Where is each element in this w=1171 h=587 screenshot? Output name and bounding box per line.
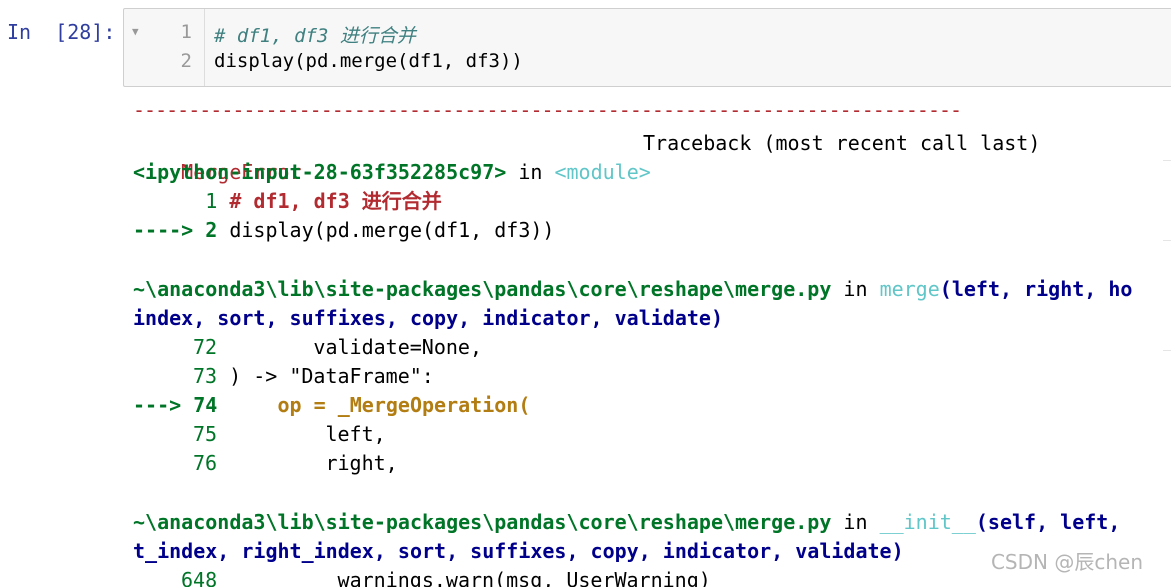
frame-line-code: ) -> "DataFrame": xyxy=(217,364,434,388)
frame-line: 1 # df1, df3 进行合并 xyxy=(133,187,442,216)
frame-line-current: ----> 2 display(pd.merge(df1, df3)) xyxy=(133,216,554,245)
line-number: 1 xyxy=(180,21,192,43)
frame-line: 648 warnings.warn(msg, UserWarning) xyxy=(133,566,711,587)
frame-line: 73 ) -> "DataFrame": xyxy=(133,362,434,391)
frame-location: <ipython-input-28-63f352285c97> in <modu… xyxy=(133,158,651,187)
code-comment-line[interactable]: # df1, df3 进行合并 xyxy=(214,21,416,48)
frame-lineno: 74 xyxy=(193,393,218,417)
watermark: CSDN @辰chen xyxy=(990,550,1143,574)
traceback-output: ----------------------------------------… xyxy=(133,96,1171,587)
frame-func: __init__ xyxy=(879,510,976,534)
code-cell-input[interactable]: ▼ 1 2 # df1, df3 进行合并 display(pd.merge(d… xyxy=(123,8,1171,87)
frame-line-code: op = _MergeOperation( xyxy=(217,393,531,417)
frame-line-prefix: 1 xyxy=(133,189,230,213)
frame-location: ~\anaconda3\lib\site-packages\pandas\cor… xyxy=(133,275,1132,304)
frame-lineno: 76 xyxy=(193,451,218,475)
traceback-header-right: Traceback (most recent call last) xyxy=(643,131,1041,155)
frame-arrow: ---> xyxy=(133,393,194,417)
frame-location: ~\anaconda3\lib\site-packages\pandas\cor… xyxy=(133,508,1120,537)
frame-in: in xyxy=(831,277,880,301)
frame-args: (left, right, ho xyxy=(939,277,1133,301)
line-number-gutter: 1 2 xyxy=(144,9,205,86)
frame-file: ~\anaconda3\lib\site-packages\pandas\cor… xyxy=(133,510,832,534)
frame-line-code: validate=None, xyxy=(217,335,482,359)
frame-line-prefix: ----> 2 xyxy=(133,218,230,242)
frame-line-code: left, xyxy=(217,422,386,446)
frame-line: 75 left, xyxy=(133,420,386,449)
frame-line-current: ---> 74 op = _MergeOperation( xyxy=(133,391,530,420)
frame-line-code: # df1, df3 进行合并 xyxy=(229,189,442,213)
code-line[interactable]: display(pd.merge(df1, df3)) xyxy=(214,50,523,72)
frame-line-code: display(pd.merge(df1, df3)) xyxy=(229,218,555,242)
frame-file: ~\anaconda3\lib\site-packages\pandas\cor… xyxy=(133,277,832,301)
frame-line: 72 validate=None, xyxy=(133,333,482,362)
frame-file: <ipython-input-28-63f352285c97> xyxy=(133,160,507,184)
cell-prompt: In [28]: xyxy=(7,20,116,44)
traceback-separator: ----------------------------------------… xyxy=(133,98,962,122)
frame-func: <module> xyxy=(554,160,651,184)
frame-line-code: warnings.warn(msg, UserWarning) xyxy=(217,568,711,587)
frame-in: in xyxy=(506,160,555,184)
line-number: 2 xyxy=(180,50,192,72)
frame-lineno: 648 xyxy=(181,568,218,587)
frame-lineno: 72 xyxy=(193,335,218,359)
frame-lineno: 73 xyxy=(193,364,218,388)
frame-args-cont: index, sort, suffixes, copy, indicator, … xyxy=(133,306,724,330)
frame-in: in xyxy=(831,510,880,534)
fold-arrow-icon[interactable]: ▼ xyxy=(132,25,139,38)
frame-line: 76 right, xyxy=(133,449,398,478)
frame-func: merge xyxy=(879,277,940,301)
frame-args-cont: t_index, right_index, sort, suffixes, co… xyxy=(133,539,904,563)
frame-args: (self, left, xyxy=(975,510,1121,534)
frame-lineno: 75 xyxy=(193,422,218,446)
frame-line-code: right, xyxy=(217,451,398,475)
